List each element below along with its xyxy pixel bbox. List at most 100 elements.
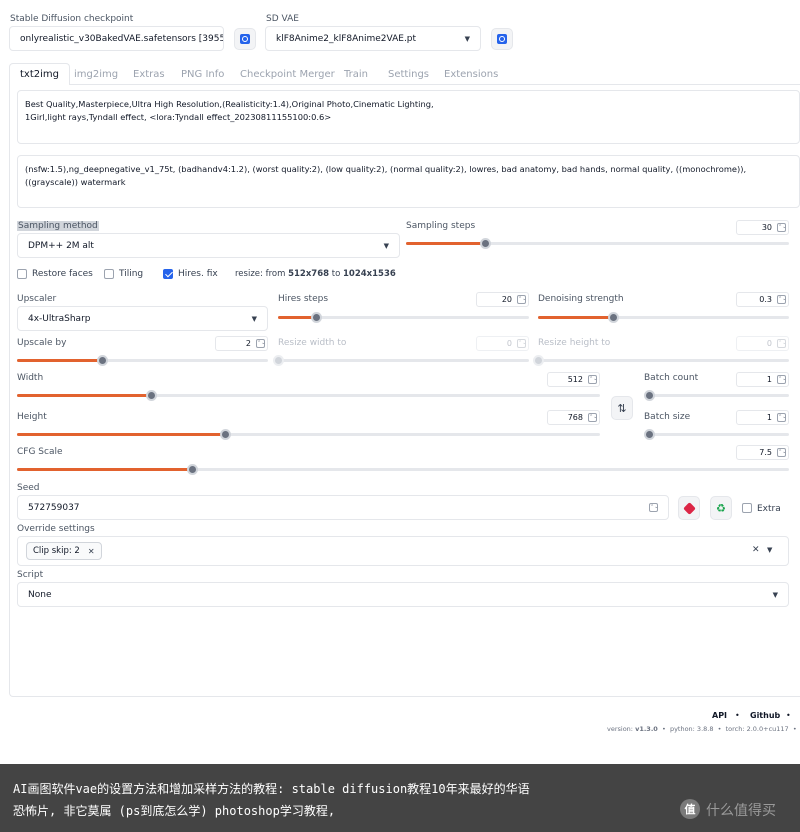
resize-width-label: Resize width to	[278, 338, 347, 348]
sampling-steps-input[interactable]: 30 ⌃⌄	[736, 220, 789, 235]
stepper-icon[interactable]: ⌃⌄	[588, 413, 597, 422]
swap-dimensions-button[interactable]: ⇅	[611, 396, 633, 420]
denoising-strength-label: Denoising strength	[538, 294, 624, 304]
seed-input[interactable]: 572759037 ⌃⌄	[17, 495, 669, 520]
sampling-method-label: Sampling method	[17, 221, 99, 231]
checkpoint-label: Stable Diffusion checkpoint	[10, 14, 134, 24]
width-label: Width	[17, 373, 44, 383]
stepper-icon[interactable]: ⌃⌄	[777, 413, 786, 422]
seed-label: Seed	[17, 483, 40, 493]
stepper-icon[interactable]: ⌃⌄	[777, 448, 786, 457]
chevron-down-icon[interactable]: ▼	[767, 546, 772, 554]
dice-icon	[682, 501, 696, 515]
tiling-checkbox[interactable]	[104, 269, 114, 279]
batch-size-input[interactable]: 1 ⌃⌄	[736, 410, 789, 425]
slider-thumb[interactable]	[273, 355, 284, 366]
resize-width-input[interactable]: 0 ⌃⌄	[476, 336, 529, 351]
reuse-seed-button[interactable]: ♻	[710, 496, 732, 520]
github-link[interactable]: Github	[750, 711, 780, 720]
hires-steps-label: Hires steps	[278, 294, 329, 304]
stepper-icon[interactable]: ⌃⌄	[777, 223, 786, 232]
denoising-strength-input[interactable]: 0.3 ⌃⌄	[736, 292, 789, 307]
refresh-icon	[497, 34, 507, 44]
restore-faces-checkbox[interactable]	[17, 269, 27, 279]
vae-dropdown[interactable]: klF8Anime2_klF8Anime2VAE.pt ▼	[265, 26, 481, 51]
slider-thumb[interactable]	[644, 429, 655, 440]
tab-settings[interactable]: Settings	[388, 64, 429, 84]
upscaler-value: 4x-UltraSharp	[28, 313, 91, 324]
negative-prompt-textarea[interactable]: (nsfw:1.5),ng_deepnegative_v1_75t, (badh…	[17, 155, 800, 208]
recycle-icon: ♻	[716, 501, 726, 515]
vae-refresh-button[interactable]	[491, 28, 513, 50]
batch-count-slider[interactable]	[644, 390, 789, 401]
tab-extras[interactable]: Extras	[133, 64, 165, 84]
hires-fix-checkbox[interactable]	[163, 269, 173, 279]
stepper-icon[interactable]: ⌃⌄	[777, 375, 786, 384]
clear-all-icon[interactable]: ✕	[752, 545, 760, 555]
checkpoint-refresh-button[interactable]	[234, 28, 256, 50]
override-settings-label: Override settings	[17, 524, 95, 534]
stepper-icon[interactable]: ⌃⌄	[517, 339, 526, 348]
tab-img2img[interactable]: img2img	[74, 64, 118, 84]
slider-thumb[interactable]	[479, 238, 491, 249]
chevron-down-icon: ▼	[464, 34, 470, 43]
tab-png-info[interactable]: PNG Info	[181, 64, 224, 84]
slider-thumb[interactable]	[533, 355, 544, 366]
version-info: version: v1.3.0 • python: 3.8.8 • torch:…	[607, 725, 800, 733]
tiling-label: Tiling	[119, 269, 144, 279]
api-link[interactable]: API	[712, 711, 727, 720]
width-input[interactable]: 512 ⌃⌄	[547, 372, 600, 387]
stepper-icon[interactable]: ⌃⌄	[256, 339, 265, 348]
close-icon[interactable]: ✕	[88, 547, 95, 556]
resize-width-slider[interactable]	[273, 355, 529, 366]
tab-train[interactable]: Train	[344, 64, 368, 84]
override-settings-field[interactable]	[17, 536, 789, 566]
slider-thumb[interactable]	[146, 390, 158, 401]
prompt-line-2: 1Girl,light rays,Tyndall effect, <lora:T…	[25, 112, 332, 122]
checkpoint-value: onlyrealistic_v30BakedVAE.safetensors [3…	[20, 33, 224, 44]
height-input[interactable]: 768 ⌃⌄	[547, 410, 600, 425]
checkpoint-dropdown[interactable]: onlyrealistic_v30BakedVAE.safetensors [3…	[9, 26, 224, 51]
height-slider[interactable]	[17, 429, 600, 440]
tab-txt2img[interactable]: txt2img	[9, 63, 70, 85]
script-dropdown[interactable]: None ▼	[17, 582, 789, 607]
denoising-strength-slider[interactable]	[538, 312, 789, 323]
slider-thumb[interactable]	[644, 390, 655, 401]
prompt-textarea[interactable]: Best Quality,Masterpiece,Ultra High Reso…	[17, 90, 800, 144]
upscale-by-slider[interactable]	[17, 355, 268, 366]
stepper-icon[interactable]: ⌃⌄	[649, 503, 658, 512]
stepper-icon[interactable]: ⌃⌄	[777, 295, 786, 304]
sampling-method-dropdown[interactable]: DPM++ 2M alt ▼	[17, 233, 400, 258]
resize-height-label: Resize height to	[538, 338, 611, 348]
script-value: None	[28, 589, 52, 600]
override-chip-clip-skip[interactable]: Clip skip: 2 ✕	[26, 542, 102, 560]
sampling-steps-label: Sampling steps	[406, 221, 476, 231]
resize-height-slider[interactable]	[533, 355, 789, 366]
cfg-scale-slider[interactable]	[17, 464, 789, 475]
tab-checkpoint-merger[interactable]: Checkpoint Merger	[240, 64, 335, 84]
random-seed-button[interactable]	[678, 496, 700, 520]
upscaler-dropdown[interactable]: 4x-UltraSharp ▼	[17, 306, 268, 331]
stepper-icon[interactable]: ⌃⌄	[588, 375, 597, 384]
extra-seed-checkbox[interactable]	[742, 503, 752, 513]
batch-count-input[interactable]: 1 ⌃⌄	[736, 372, 789, 387]
tab-extensions[interactable]: Extensions	[444, 64, 498, 84]
batch-count-label: Batch count	[644, 373, 699, 383]
batch-size-label: Batch size	[644, 412, 691, 422]
batch-size-slider[interactable]	[644, 429, 789, 440]
slider-thumb[interactable]	[310, 312, 322, 323]
upscaler-label: Upscaler	[17, 294, 57, 304]
stepper-icon[interactable]: ⌃⌄	[777, 339, 786, 348]
hires-steps-slider[interactable]	[278, 312, 529, 323]
cfg-scale-input[interactable]: 7.5 ⌃⌄	[736, 445, 789, 460]
upscale-by-input[interactable]: 2 ⌃⌄	[215, 336, 268, 351]
cfg-scale-label: CFG Scale	[17, 447, 63, 457]
swap-icon: ⇅	[617, 401, 627, 415]
resize-height-input[interactable]: 0 ⌃⌄	[736, 336, 789, 351]
sampling-steps-slider[interactable]	[406, 238, 789, 249]
hires-steps-input[interactable]: 20 ⌃⌄	[476, 292, 529, 307]
width-slider[interactable]	[17, 390, 600, 401]
vae-label: SD VAE	[266, 14, 299, 24]
stepper-icon[interactable]: ⌃⌄	[517, 295, 526, 304]
refresh-icon	[240, 34, 250, 44]
